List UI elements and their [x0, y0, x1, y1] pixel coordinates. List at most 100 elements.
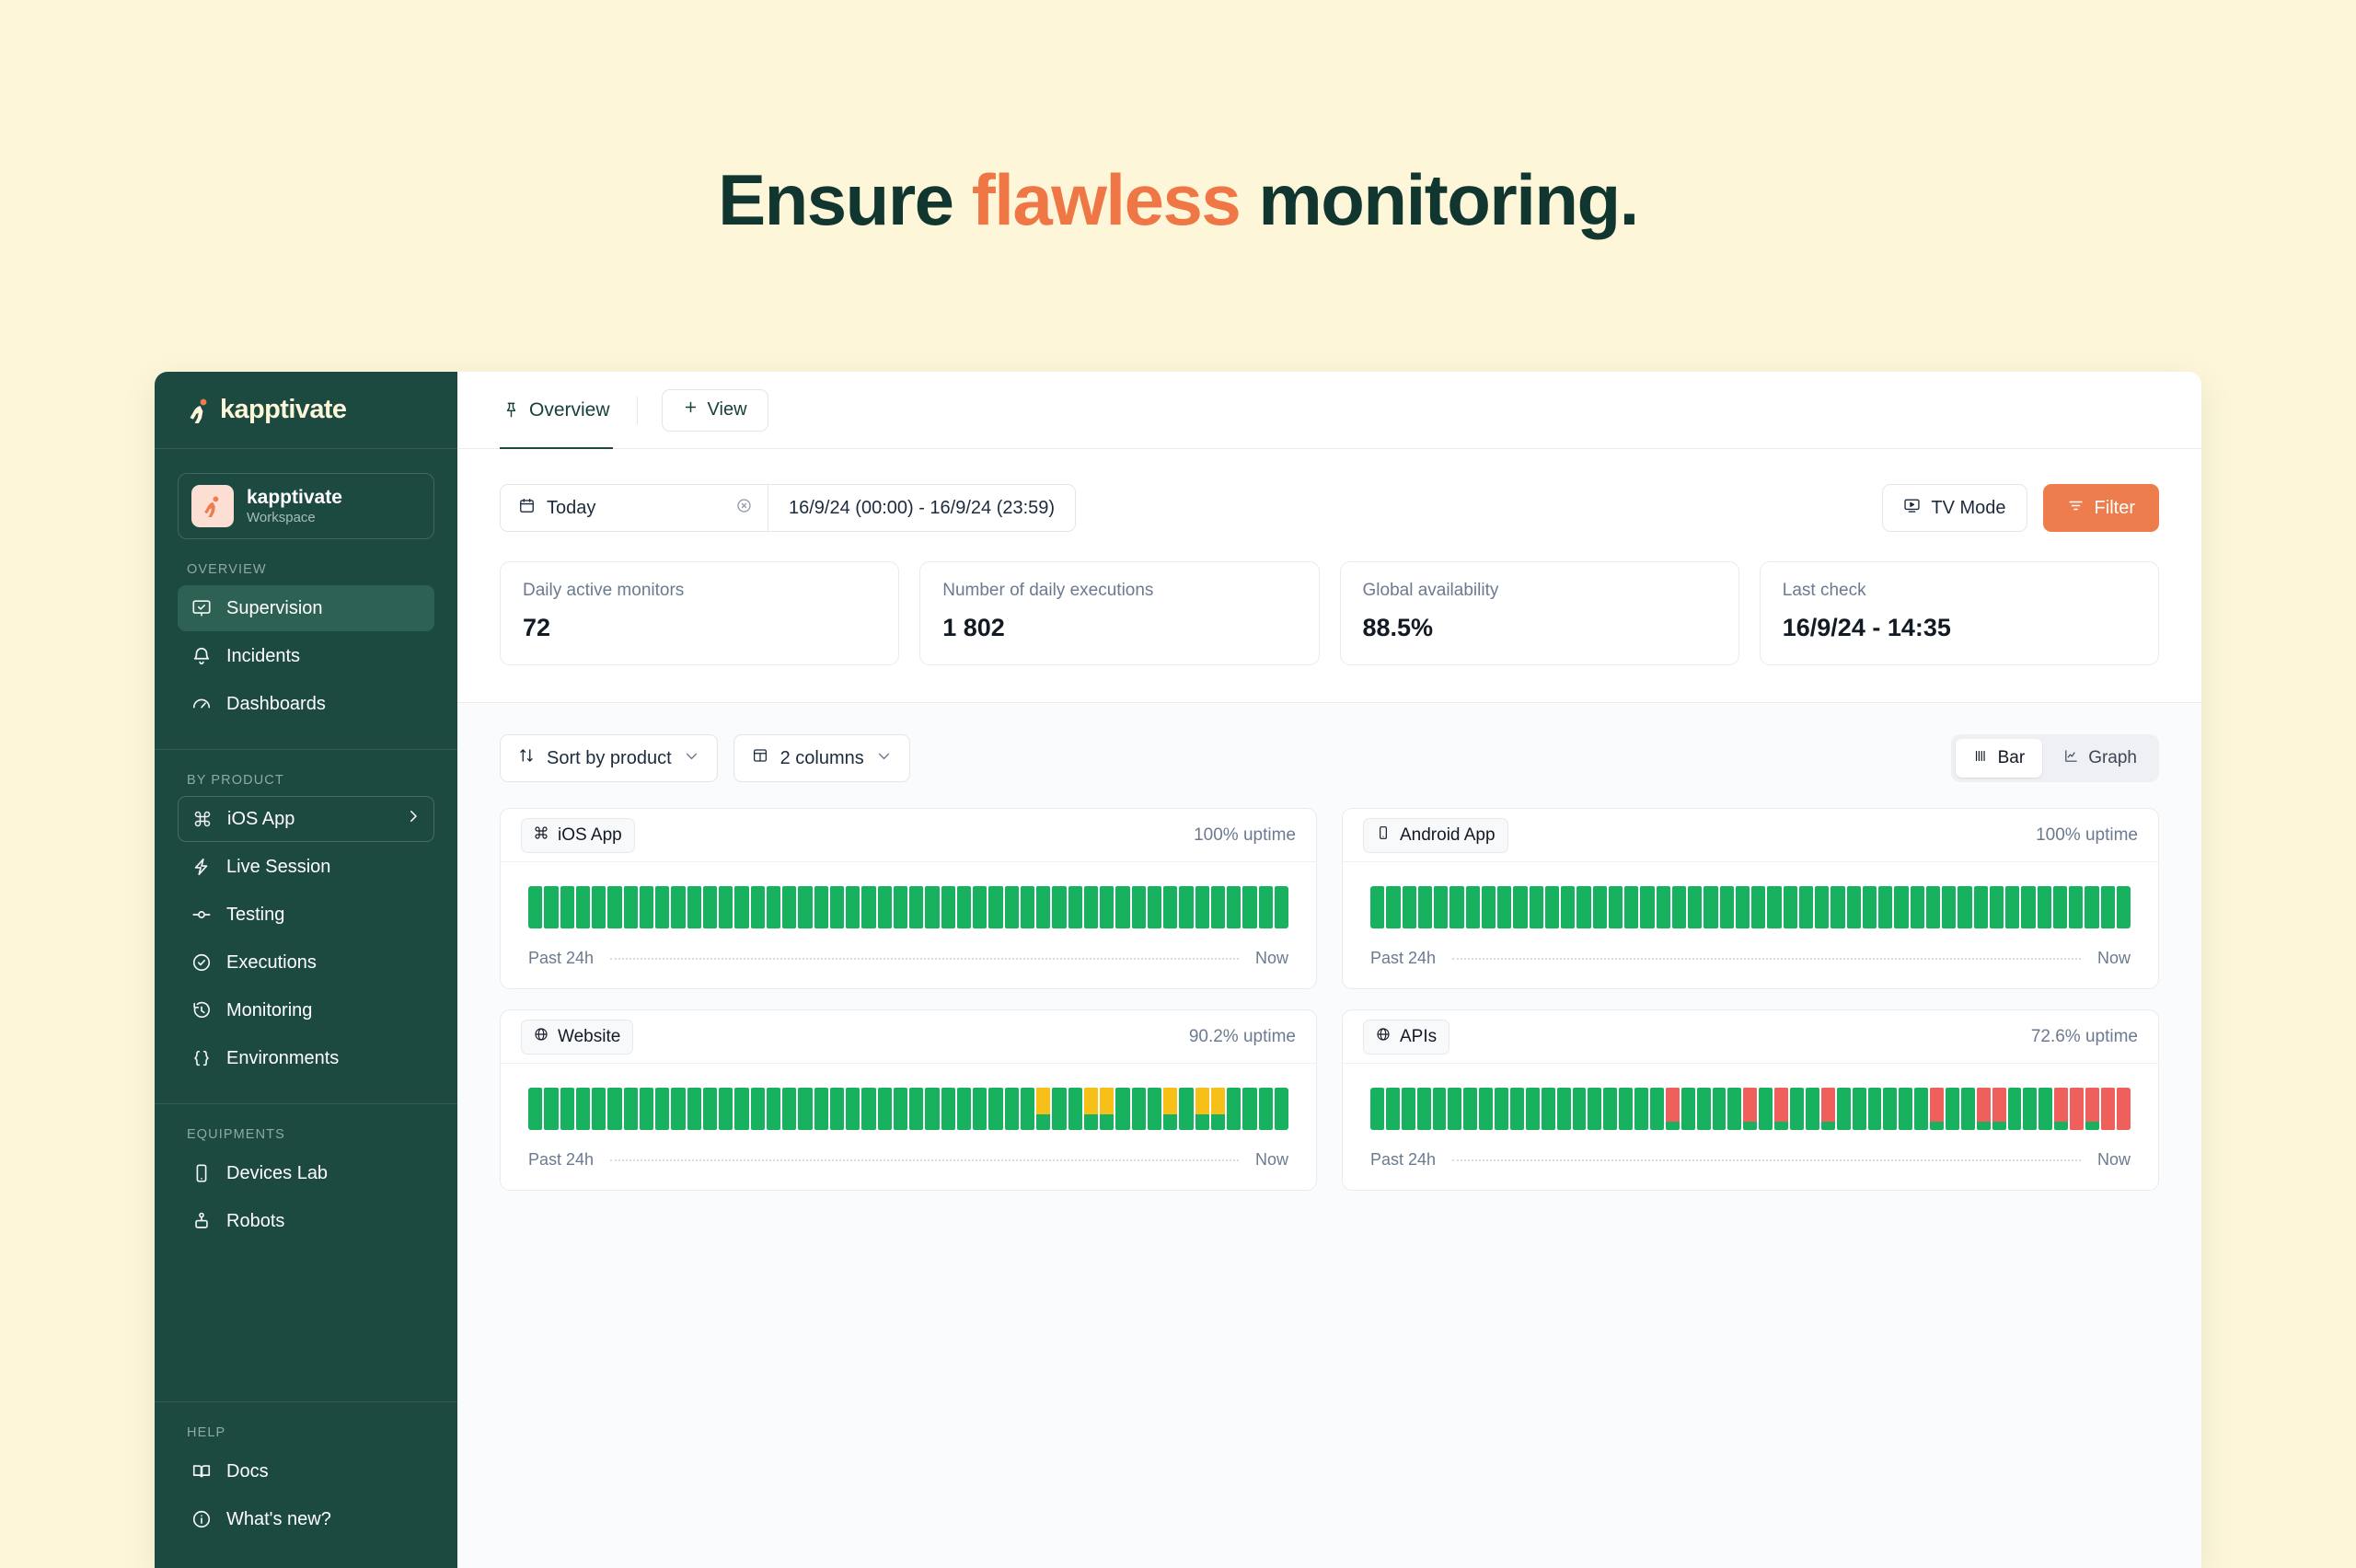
status-bar[interactable] [1370, 1088, 1384, 1130]
status-bar[interactable] [1020, 1088, 1034, 1130]
date-range-control[interactable]: Today 16/9/24 (00:00) - 16/9/24 (23:59) [500, 484, 1077, 532]
status-bar[interactable] [1976, 1088, 1991, 1130]
status-bar[interactable] [814, 1088, 828, 1130]
status-bar[interactable] [1210, 1088, 1225, 1130]
status-bar[interactable] [592, 1088, 606, 1130]
status-bar[interactable] [1052, 886, 1067, 928]
status-bar[interactable] [687, 1088, 701, 1130]
status-bar[interactable] [623, 886, 638, 928]
status-bar[interactable] [750, 886, 765, 928]
status-bar[interactable] [1640, 886, 1655, 928]
sort-by-product-select[interactable]: Sort by product [500, 734, 718, 782]
status-bar[interactable] [766, 886, 780, 928]
status-bar[interactable] [1592, 886, 1607, 928]
status-bar[interactable] [1179, 1088, 1194, 1130]
status-bar[interactable] [2116, 886, 2131, 928]
status-bar[interactable] [702, 886, 717, 928]
status-bar[interactable] [1258, 886, 1273, 928]
status-bar[interactable] [861, 886, 876, 928]
status-bar[interactable] [702, 1088, 717, 1130]
status-bar[interactable] [1867, 1088, 1882, 1130]
status-bar[interactable] [2100, 1088, 2115, 1130]
status-bar[interactable] [2038, 1088, 2053, 1130]
status-bar[interactable] [1783, 886, 1797, 928]
status-bar[interactable] [575, 1088, 590, 1130]
sidebar-item-ios-app[interactable]: iOS App [178, 796, 434, 842]
status-bar[interactable] [1608, 886, 1623, 928]
sidebar-item-executions[interactable]: Executions [178, 940, 434, 986]
status-bar[interactable] [1759, 1088, 1773, 1130]
status-bar[interactable] [1973, 886, 1988, 928]
status-bar[interactable] [893, 1088, 907, 1130]
status-bar[interactable] [560, 1088, 574, 1130]
status-bar[interactable] [1671, 886, 1686, 928]
status-bar[interactable] [1510, 1088, 1524, 1130]
sidebar-item-monitoring[interactable]: Monitoring [178, 987, 434, 1033]
status-bar[interactable] [1147, 1088, 1161, 1130]
status-bar[interactable] [1385, 1088, 1400, 1130]
status-bar[interactable] [1910, 886, 1924, 928]
status-bar[interactable] [1417, 886, 1432, 928]
status-bar[interactable] [1743, 1088, 1758, 1130]
status-bar[interactable] [1790, 1088, 1804, 1130]
status-bar[interactable] [2054, 1088, 2069, 1130]
status-bar[interactable] [1650, 1088, 1664, 1130]
sidebar-item-whats-new[interactable]: What's new? [178, 1496, 434, 1542]
view-mode-graph[interactable]: Graph [2046, 739, 2154, 778]
status-bar[interactable] [639, 1088, 653, 1130]
status-bar[interactable] [719, 1088, 733, 1130]
status-bar[interactable] [766, 1088, 780, 1130]
sidebar-item-robots[interactable]: Robots [178, 1198, 434, 1244]
status-bar[interactable] [1942, 886, 1957, 928]
status-bar[interactable] [2007, 1088, 2022, 1130]
status-bar[interactable] [1163, 886, 1178, 928]
status-bar[interactable] [1798, 886, 1813, 928]
status-bar[interactable] [1258, 1088, 1273, 1130]
status-bar[interactable] [1529, 886, 1543, 928]
status-bar[interactable] [941, 1088, 955, 1130]
status-bar[interactable] [1100, 1088, 1114, 1130]
status-bar[interactable] [909, 886, 924, 928]
status-bar[interactable] [1544, 886, 1559, 928]
status-bar[interactable] [1386, 886, 1401, 928]
status-bar[interactable] [1556, 1088, 1571, 1130]
status-bars[interactable] [1370, 886, 2131, 928]
status-bar[interactable] [973, 1088, 987, 1130]
status-bar[interactable] [1036, 886, 1051, 928]
status-bar[interactable] [2052, 886, 2067, 928]
status-bar[interactable] [1481, 886, 1496, 928]
brand-logo[interactable]: kapptivate [155, 372, 457, 449]
status-bar[interactable] [1894, 886, 1909, 928]
status-bar[interactable] [1020, 886, 1034, 928]
status-bar[interactable] [2021, 886, 2036, 928]
status-bar[interactable] [877, 886, 892, 928]
status-bar[interactable] [973, 886, 987, 928]
status-bar[interactable] [1624, 886, 1639, 928]
status-bar[interactable] [560, 886, 574, 928]
status-bar[interactable] [1004, 886, 1019, 928]
status-bar[interactable] [750, 1088, 765, 1130]
columns-select[interactable]: 2 columns [733, 734, 910, 782]
status-bar[interactable] [1465, 886, 1480, 928]
status-bar[interactable] [1960, 1088, 1975, 1130]
status-bar[interactable] [956, 1088, 971, 1130]
status-bar[interactable] [1525, 1088, 1540, 1130]
status-bar[interactable] [1274, 886, 1288, 928]
status-bar[interactable] [671, 886, 686, 928]
status-bar[interactable] [846, 1088, 860, 1130]
close-circle-icon[interactable] [735, 497, 753, 520]
status-bar[interactable] [1914, 1088, 1929, 1130]
status-bar[interactable] [671, 1088, 686, 1130]
status-bar[interactable] [1719, 886, 1734, 928]
status-bar[interactable] [1131, 1088, 1146, 1130]
filter-button[interactable]: Filter [2042, 484, 2159, 532]
status-bar[interactable] [1680, 1088, 1695, 1130]
status-bar[interactable] [2069, 886, 2084, 928]
status-bar[interactable] [2023, 1088, 2038, 1130]
status-bar[interactable] [592, 886, 606, 928]
status-bar[interactable] [798, 886, 813, 928]
status-bar[interactable] [1820, 1088, 1835, 1130]
status-bar[interactable] [956, 886, 971, 928]
status-bar[interactable] [607, 1088, 622, 1130]
status-bar[interactable] [575, 886, 590, 928]
